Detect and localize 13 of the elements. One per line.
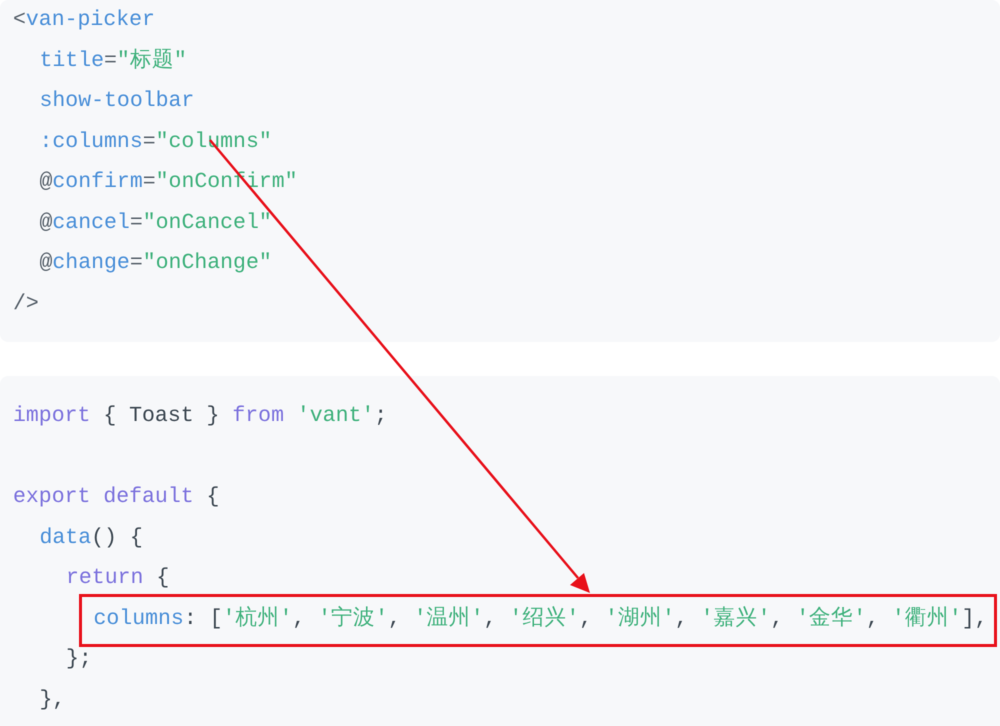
code-line: :columns="columns" [40, 128, 272, 156]
code-line: @change="onChange" [40, 250, 272, 277]
code-line: /> [13, 290, 39, 318]
code-line: data() { [40, 524, 143, 552]
code-line: import { Toast } from 'vant'; [13, 403, 388, 430]
code-line: show-toolbar [40, 88, 194, 115]
code-line: @cancel="onCancel" [40, 210, 272, 236]
code-line: }, [40, 686, 66, 714]
code-line: }; [66, 646, 92, 673]
code-line: <van-picker [13, 7, 155, 34]
code-line: return { [66, 565, 170, 592]
code-line: export default { [13, 484, 220, 511]
code-line: title="标题" [40, 48, 187, 74]
